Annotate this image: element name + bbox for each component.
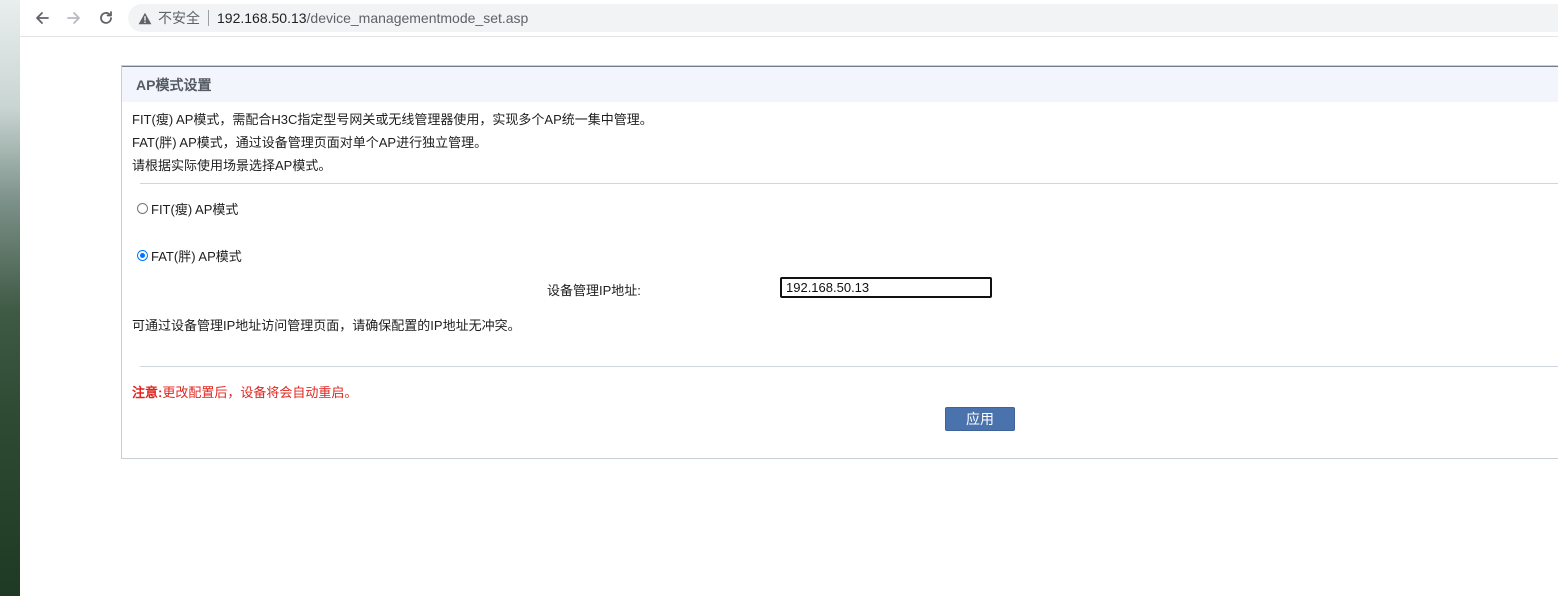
reload-icon xyxy=(100,11,112,24)
section-divider-bottom xyxy=(140,366,1558,367)
forward-button[interactable] xyxy=(62,6,86,30)
arrow-right-icon xyxy=(67,12,80,24)
browser-window: 不安全 192.168.50.13/device_managementmode_… xyxy=(20,0,1558,596)
section-divider xyxy=(140,183,1558,184)
fat-mode-option[interactable]: FAT(胖) AP模式 xyxy=(137,246,242,265)
back-button[interactable] xyxy=(30,6,54,30)
description-line-3: 请根据实际使用场景选择AP模式。 xyxy=(132,158,332,173)
restart-notice: 注意:更改配置后，设备将会自动重启。 xyxy=(132,382,357,401)
description-line-2: FAT(胖) AP模式，通过设备管理页面对单个AP进行独立管理。 xyxy=(132,135,488,150)
address-separator xyxy=(208,10,209,26)
panel-title: AP模式设置 xyxy=(122,66,1558,102)
fat-mode-radio[interactable] xyxy=(137,250,148,261)
management-ip-label: 设备管理IP地址: xyxy=(547,283,641,298)
arrow-left-icon xyxy=(36,12,49,24)
ap-mode-panel: AP模式设置 FIT(瘦) AP模式，需配合H3C指定型号网关或无线管理器使用，… xyxy=(121,65,1558,459)
security-status-label[interactable]: 不安全 xyxy=(158,8,200,28)
url-path: /device_managementmode_set.asp xyxy=(306,10,529,26)
url-host: 192.168.50.13 xyxy=(217,10,307,26)
description-line-1: FIT(瘦) AP模式，需配合H3C指定型号网关或无线管理器使用，实现多个AP统… xyxy=(132,112,653,127)
reload-button[interactable] xyxy=(94,6,118,30)
desktop-background xyxy=(0,0,20,596)
warning-icon[interactable] xyxy=(138,12,152,25)
fat-mode-label[interactable]: FAT(胖) AP模式 xyxy=(151,246,242,265)
url-text[interactable]: 192.168.50.13/device_managementmode_set.… xyxy=(217,10,528,26)
browser-toolbar: 不安全 192.168.50.13/device_managementmode_… xyxy=(20,0,1558,37)
ip-hint-text: 可通过设备管理IP地址访问管理页面，请确保配置的IP地址无冲突。 xyxy=(132,318,521,333)
notice-prefix: 注意: xyxy=(132,385,163,400)
management-ip-input[interactable] xyxy=(780,277,992,298)
apply-button[interactable]: 应用 xyxy=(945,407,1015,431)
notice-text: 更改配置后，设备将会自动重启。 xyxy=(162,385,358,400)
fit-mode-radio[interactable] xyxy=(137,203,148,214)
address-bar[interactable]: 不安全 192.168.50.13/device_managementmode_… xyxy=(128,4,1558,32)
fit-mode-label[interactable]: FIT(瘦) AP模式 xyxy=(151,199,238,218)
fit-mode-option[interactable]: FIT(瘦) AP模式 xyxy=(137,199,238,218)
